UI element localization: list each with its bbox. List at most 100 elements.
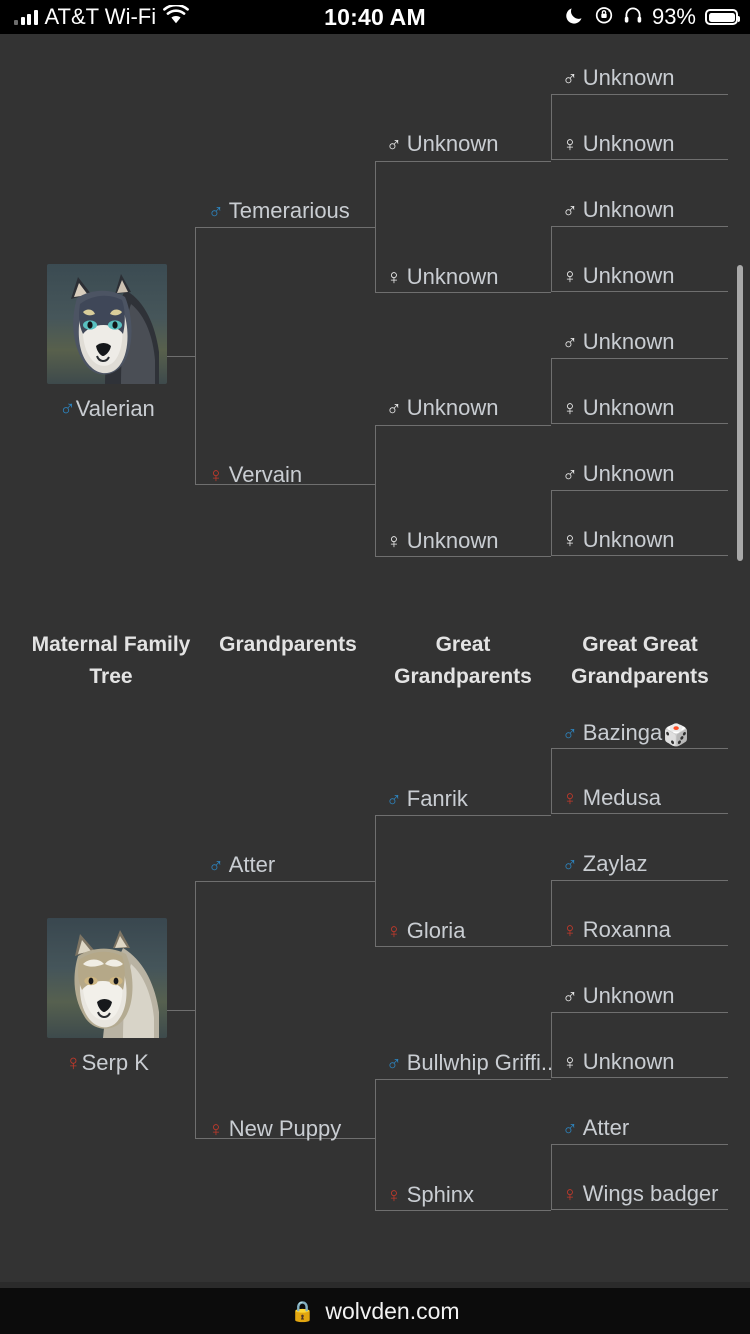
node-great-grandparent-7[interactable]: ♂ Unknown: [562, 461, 675, 486]
node-label: Fanrik: [406, 786, 468, 811]
header-line-1: Great Great: [582, 633, 698, 656]
female-symbol-icon: ♀: [386, 266, 402, 289]
node-label: Gloria: [406, 918, 466, 943]
node-parent-mother[interactable]: ♀ Vervain: [208, 462, 303, 487]
node-label: Vervain: [228, 462, 303, 487]
node-great-grandparent-5[interactable]: ♂ Unknown: [562, 329, 675, 354]
node-label: Unknown: [582, 1049, 675, 1074]
parents-bracket: [195, 881, 375, 1139]
male-symbol-icon: ♂: [386, 397, 402, 420]
node-great-grandparent-8[interactable]: ♀ Wings badger: [562, 1183, 719, 1206]
male-symbol-icon: ♂: [562, 331, 578, 354]
node-label: Unknown: [582, 263, 675, 288]
browser-url-bar[interactable]: 🔒 wolvden.com: [0, 1288, 750, 1334]
node-grandparent-3[interactable]: ♂ Bullwhip Griffi..: [386, 1050, 554, 1075]
female-symbol-icon: ♀: [562, 1183, 578, 1206]
female-symbol-icon: ♀: [562, 1051, 578, 1074]
node-label: Unknown: [582, 461, 675, 486]
node-great-grandparent-4[interactable]: ♀ Unknown: [562, 263, 675, 288]
lock-icon: 🔒: [290, 1300, 316, 1323]
node-label: Bazinga: [582, 720, 663, 745]
node-label: Unknown: [582, 329, 675, 354]
female-symbol-icon: ♀: [562, 787, 578, 810]
url-host-label: wolvden.com: [325, 1297, 460, 1324]
node-great-grandparent-2[interactable]: ♀ Unknown: [562, 133, 674, 156]
node-grandparent-2[interactable]: ♀ Gloria: [386, 918, 466, 943]
node-label: Unknown: [582, 197, 675, 222]
node-great-grandparent-3[interactable]: ♂ Zaylaz: [562, 851, 648, 876]
node-label: Sphinx: [406, 1182, 475, 1207]
male-symbol-icon: ♂: [208, 854, 224, 877]
male-symbol-icon: ♂: [562, 1117, 578, 1140]
header-great-grandparents: Great Grandparents: [376, 629, 550, 693]
male-symbol-icon: ♂: [386, 133, 402, 156]
header-line-2: Tree: [89, 665, 133, 688]
male-symbol-icon: ♂: [562, 463, 578, 486]
node-grandparent-1[interactable]: ♂ Fanrik: [386, 786, 468, 811]
node-great-grandparent-5[interactable]: ♂ Unknown: [562, 983, 675, 1008]
node-great-grandparent-6[interactable]: ♀ Unknown: [562, 395, 675, 420]
node-label: Unknown: [406, 131, 499, 156]
subject-name: Valerian: [75, 396, 155, 421]
node-label: Roxanna: [582, 917, 671, 942]
battery-icon: [705, 9, 740, 25]
node-great-grandparent-1[interactable]: ♂ Bazinga🎲: [562, 720, 689, 747]
node-label: Unknown: [582, 527, 675, 552]
female-symbol-icon: ♀: [386, 530, 402, 553]
vertical-scrollbar[interactable]: [737, 265, 743, 561]
node-label: Bullwhip Griffi..: [406, 1050, 554, 1075]
node-parent-father[interactable]: ♂ Atter: [208, 854, 275, 877]
male-symbol-icon: ♂: [562, 67, 578, 90]
female-symbol-icon: ♀: [562, 397, 578, 420]
node-great-grandparent-6[interactable]: ♀ Unknown: [562, 1049, 675, 1074]
node-great-grandparent-7[interactable]: ♂ Atter: [562, 1115, 630, 1140]
male-symbol-icon: ♂: [386, 1052, 402, 1075]
node-label: Unknown: [582, 65, 675, 90]
parents-bracket: [195, 227, 375, 485]
male-symbol-icon: ♂: [562, 199, 578, 222]
header-line-2: Grandparents: [394, 665, 532, 688]
node-great-grandparent-4[interactable]: ♀ Roxanna: [562, 917, 671, 942]
female-symbol-icon: ♀: [208, 1118, 224, 1141]
node-grandparent-1[interactable]: ♂ Unknown: [386, 131, 499, 156]
node-grandparent-3[interactable]: ♂ Unknown: [386, 397, 498, 420]
node-great-grandparent-3[interactable]: ♂ Unknown: [562, 197, 675, 222]
connector-subject: [167, 1010, 195, 1011]
node-great-grandparent-8[interactable]: ♀ Unknown: [562, 527, 675, 552]
male-symbol-icon: ♂: [562, 985, 578, 1008]
node-label: Zaylaz: [582, 851, 648, 876]
subject-card-valerian[interactable]: ♂Valerian: [47, 264, 167, 422]
subject-card-serp-k[interactable]: ♀Serp K: [47, 918, 167, 1076]
node-great-grandparent-2[interactable]: ♀ Medusa: [562, 785, 662, 810]
female-symbol-icon: ♀: [562, 133, 578, 156]
wolf-portrait-light[interactable]: [47, 918, 167, 1038]
node-label: Unknown: [406, 264, 499, 289]
node-label: Unknown: [582, 983, 675, 1008]
female-symbol-icon: ♀: [386, 920, 402, 943]
node-label: Unknown: [406, 528, 499, 553]
wolf-portrait-dark[interactable]: [47, 264, 167, 384]
node-grandparent-4[interactable]: ♀ Sphinx: [386, 1182, 475, 1207]
rotation-lock-icon: [594, 5, 614, 30]
node-grandparent-4[interactable]: ♀ Unknown: [386, 528, 499, 553]
battery-percent-label: 93%: [651, 4, 696, 29]
node-label: Temerarious: [228, 198, 350, 223]
subject-caption: ♂Valerian: [47, 396, 167, 422]
header-great-great-grandparents: Great Great Grandparents: [552, 629, 728, 693]
node-parent-father[interactable]: ♂ Temerarious: [208, 198, 350, 223]
node-label: Medusa: [582, 785, 662, 810]
female-symbol-icon: ♀: [65, 1050, 82, 1075]
male-symbol-icon: ♂: [386, 788, 402, 811]
node-label: Atter: [582, 1115, 630, 1140]
node-grandparent-2[interactable]: ♀ Unknown: [386, 264, 499, 289]
header-line-1: Great: [435, 633, 491, 656]
node-label: Unknown: [582, 395, 675, 420]
node-parent-mother[interactable]: ♀ New Puppy: [208, 1118, 341, 1141]
female-symbol-icon: ♀: [562, 919, 578, 942]
female-symbol-icon: ♀: [562, 529, 578, 552]
subject-caption: ♀Serp K: [47, 1050, 167, 1076]
header-line-2: Grandparents: [571, 665, 709, 688]
node-great-grandparent-1[interactable]: ♂ Unknown: [562, 65, 675, 90]
male-symbol-icon: ♂: [59, 396, 76, 421]
male-symbol-icon: ♂: [562, 722, 578, 745]
